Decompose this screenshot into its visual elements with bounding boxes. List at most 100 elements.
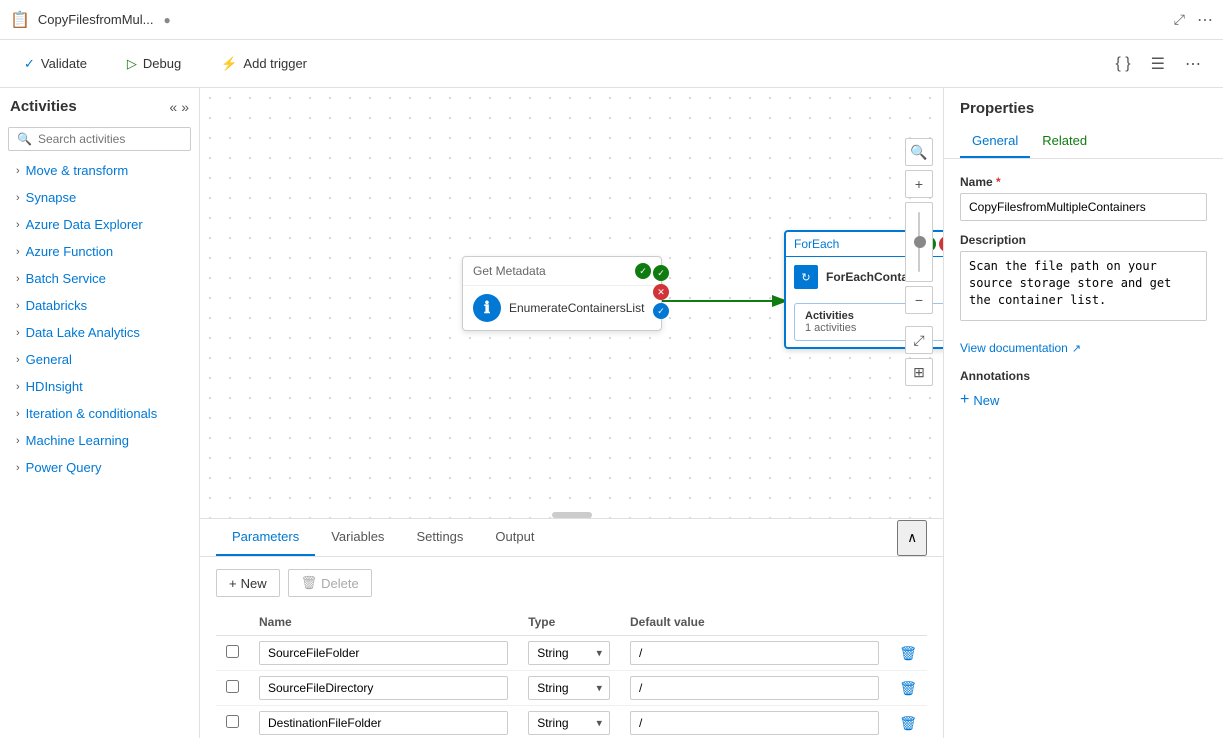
chevron-icon: › [16, 354, 20, 366]
delete-row-button[interactable]: 🗑 [899, 645, 917, 662]
panel-divider[interactable] [552, 512, 592, 518]
required-indicator: * [996, 175, 1001, 189]
sidebar-header: Activities « » [0, 88, 199, 121]
code-view-button[interactable]: { } [1110, 50, 1137, 78]
chevron-icon: › [16, 462, 20, 474]
sidebar-item-machine-learning[interactable]: ›Machine Learning [0, 427, 199, 454]
sidebar-item-move-transform[interactable]: ›Move & transform [0, 157, 199, 184]
grid-button[interactable]: ⊞ [905, 358, 933, 386]
get-metadata-node[interactable]: Get Metadata ✓ ℹ EnumerateContainersList… [462, 256, 662, 331]
more-options-icon[interactable]: ⋯ [1197, 10, 1213, 30]
param-type-select[interactable]: StringIntBoolArrayObjectFloat [528, 641, 610, 665]
fit-view-button[interactable]: ⤢ [905, 326, 933, 354]
col-name: Name [249, 609, 518, 636]
row-checkbox[interactable] [226, 715, 239, 728]
close-bottom-panel[interactable]: ∧ [897, 520, 927, 556]
node-check2-right[interactable]: ✓ [653, 303, 669, 319]
list-view-button[interactable]: ☰ [1145, 50, 1171, 78]
node-check-right[interactable]: ✓ [653, 265, 669, 281]
add-trigger-button[interactable]: ⚡ Add trigger [213, 52, 315, 76]
tab-settings[interactable]: Settings [400, 519, 479, 556]
collapse-all-button[interactable]: « [169, 99, 177, 115]
foreach-cross[interactable]: ✕ [939, 236, 943, 252]
col-type: Type [518, 609, 620, 636]
slider-thumb[interactable] [914, 236, 926, 248]
chevron-icon: › [16, 246, 20, 258]
sidebar-item-azure-data-explorer[interactable]: ›Azure Data Explorer [0, 211, 199, 238]
row-checkbox[interactable] [226, 645, 239, 658]
table-row: StringIntBoolArrayObjectFloat 🗑 [216, 636, 927, 671]
search-canvas-button[interactable]: 🔍 [905, 138, 933, 166]
canvas[interactable]: Get Metadata ✓ ℹ EnumerateContainersList… [200, 88, 943, 518]
more-menu-button[interactable]: ⋯ [1179, 50, 1207, 78]
validate-button[interactable]: ✓ Validate [16, 52, 95, 76]
sidebar-item-label: Machine Learning [26, 433, 129, 448]
params-tbody: StringIntBoolArrayObjectFloat 🗑 StringIn… [216, 636, 927, 738]
tab-related[interactable]: Related [1030, 125, 1099, 158]
search-input[interactable] [38, 132, 182, 146]
sidebar-item-label: Iteration & conditionals [26, 406, 158, 421]
sidebar-item-label: Synapse [26, 190, 77, 205]
description-label: Description [960, 233, 1207, 247]
name-input[interactable] [960, 193, 1207, 221]
tab-parameters[interactable]: Parameters [216, 519, 315, 556]
sidebar-item-azure-function[interactable]: ›Azure Function [0, 238, 199, 265]
sidebar-item-synapse[interactable]: ›Synapse [0, 184, 199, 211]
sidebar-item-power-query[interactable]: › Power Query [0, 454, 199, 481]
table-row: StringIntBoolArrayObjectFloat 🗑 [216, 671, 927, 706]
sidebar-item-general[interactable]: ›General [0, 346, 199, 373]
get-metadata-header: Get Metadata ✓ [463, 257, 661, 286]
param-name-input[interactable] [259, 676, 508, 700]
sidebar: Activities « » 🔍 ›Move & transform›Synap… [0, 88, 200, 738]
param-default-input[interactable] [630, 711, 879, 735]
debug-button[interactable]: ▷ Debug [119, 52, 189, 76]
add-annotation-button[interactable]: + New [960, 391, 999, 409]
tab-output[interactable]: Output [479, 519, 550, 556]
toolbar: ✓ Validate ▷ Debug ⚡ Add trigger { } ☰ ⋯ [0, 40, 1223, 88]
col-default: Default value [620, 609, 889, 636]
zoom-slider[interactable] [905, 202, 933, 282]
param-default-input[interactable] [630, 641, 879, 665]
tab-general[interactable]: General [960, 125, 1030, 158]
tab-close-icon[interactable]: ● [164, 13, 171, 27]
node-cross-right[interactable]: ✕ [653, 284, 669, 300]
chevron-icon: › [16, 219, 20, 231]
top-bar: 📋 CopyFilesfromMul... ● ⤢ ⋯ [0, 0, 1223, 40]
zoom-out-button[interactable]: − [905, 286, 933, 314]
param-default-input[interactable] [630, 676, 879, 700]
sidebar-item-iteration-conditionals[interactable]: ›Iteration & conditionals [0, 400, 199, 427]
sidebar-item-data-lake-analytics[interactable]: ›Data Lake Analytics [0, 319, 199, 346]
param-name-input[interactable] [259, 711, 508, 735]
zoom-in-button[interactable]: + [905, 170, 933, 198]
sidebar-item-label: Databricks [26, 298, 87, 313]
param-type-select[interactable]: StringIntBoolArrayObjectFloat [528, 676, 610, 700]
delete-row-button[interactable]: 🗑 [899, 680, 917, 697]
bottom-tabs: ParametersVariablesSettingsOutput ∧ [200, 519, 943, 557]
params-table: Name Type Default value StringIntBoolArr… [216, 609, 927, 738]
get-metadata-icon: ℹ [473, 294, 501, 322]
chevron-icon: › [16, 273, 20, 285]
sidebar-item-databricks[interactable]: › Databricks [0, 292, 199, 319]
param-name-input[interactable] [259, 641, 508, 665]
row-checkbox[interactable] [226, 680, 239, 693]
description-textarea[interactable]: Scan the file path on your source storag… [960, 251, 1207, 321]
param-type-select[interactable]: StringIntBoolArrayObjectFloat [528, 711, 610, 735]
sidebar-item-label: Power Query [26, 460, 102, 475]
tab-variables[interactable]: Variables [315, 519, 400, 556]
delete-row-button[interactable]: 🗑 [899, 715, 917, 732]
sidebar-title: Activities [10, 98, 77, 115]
bottom-content: + New 🗑 Delete Name Type Defaul [200, 557, 943, 738]
delete-param-button[interactable]: 🗑 Delete [288, 569, 372, 597]
view-docs-link[interactable]: View documentation ↗ [960, 341, 1081, 355]
node-success-action[interactable]: ✓ [635, 263, 651, 279]
table-row: StringIntBoolArrayObjectFloat 🗑 [216, 706, 927, 738]
chevron-icon: › [16, 300, 20, 312]
restore-icon[interactable]: ⤢ [1174, 11, 1185, 28]
sidebar-item-batch-service[interactable]: ›Batch Service [0, 265, 199, 292]
new-param-button[interactable]: + New [216, 569, 280, 597]
foreach-icon: ↻ [794, 265, 818, 289]
debug-icon: ▷ [127, 56, 137, 72]
expand-all-button[interactable]: » [181, 99, 189, 115]
sidebar-item-hdinsight[interactable]: ›HDInsight [0, 373, 199, 400]
right-content: Name * Description Scan the file path on… [944, 159, 1223, 425]
